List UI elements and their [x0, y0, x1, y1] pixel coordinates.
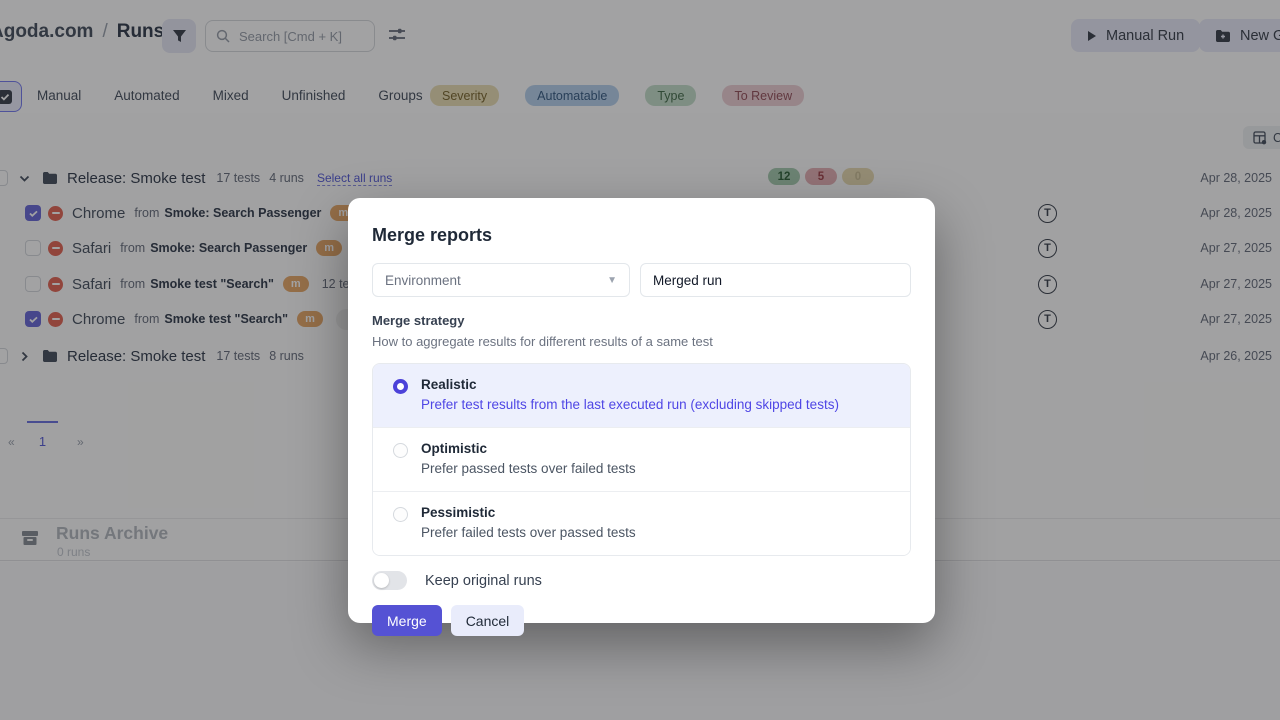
option-optimistic[interactable]: Optimistic Prefer passed tests over fail…	[373, 427, 910, 491]
option-pessimistic[interactable]: Pessimistic Prefer failed tests over pas…	[373, 491, 910, 555]
option-name: Optimistic	[421, 441, 636, 456]
merge-strategy-options: Realistic Prefer test results from the l…	[372, 363, 911, 556]
merge-reports-modal: Merge reports Environment ▼ Merge strate…	[348, 198, 935, 623]
merge-strategy-hint: How to aggregate results for different r…	[372, 334, 911, 349]
keep-original-runs-toggle[interactable]	[372, 571, 407, 590]
option-description: Prefer passed tests over failed tests	[421, 461, 636, 476]
merged-run-name-input[interactable]	[640, 263, 911, 297]
keep-original-runs-label: Keep original runs	[425, 573, 542, 589]
toggle-knob	[374, 573, 389, 588]
option-name: Realistic	[421, 377, 839, 392]
option-text: Optimistic Prefer passed tests over fail…	[421, 441, 636, 476]
modal-fields-row: Environment ▼	[372, 263, 911, 297]
option-text: Pessimistic Prefer failed tests over pas…	[421, 505, 636, 540]
keep-original-runs-row: Keep original runs	[372, 571, 911, 590]
option-description: Prefer test results from the last execut…	[421, 397, 839, 412]
radio-unselected-icon[interactable]	[393, 443, 408, 458]
modal-title: Merge reports	[372, 225, 911, 246]
option-description: Prefer failed tests over passed tests	[421, 525, 636, 540]
merge-strategy-label: Merge strategy	[372, 313, 911, 328]
merge-button[interactable]: Merge	[372, 605, 442, 636]
radio-selected-icon[interactable]	[393, 379, 408, 394]
option-name: Pessimistic	[421, 505, 636, 520]
environment-select[interactable]: Environment ▼	[372, 263, 630, 297]
chevron-down-icon: ▼	[607, 275, 617, 286]
radio-unselected-icon[interactable]	[393, 507, 408, 522]
modal-actions: Merge Cancel	[372, 605, 911, 636]
environment-select-value: Environment	[385, 273, 461, 288]
option-text: Realistic Prefer test results from the l…	[421, 377, 839, 412]
option-realistic[interactable]: Realistic Prefer test results from the l…	[373, 364, 910, 427]
cancel-button[interactable]: Cancel	[451, 605, 525, 636]
